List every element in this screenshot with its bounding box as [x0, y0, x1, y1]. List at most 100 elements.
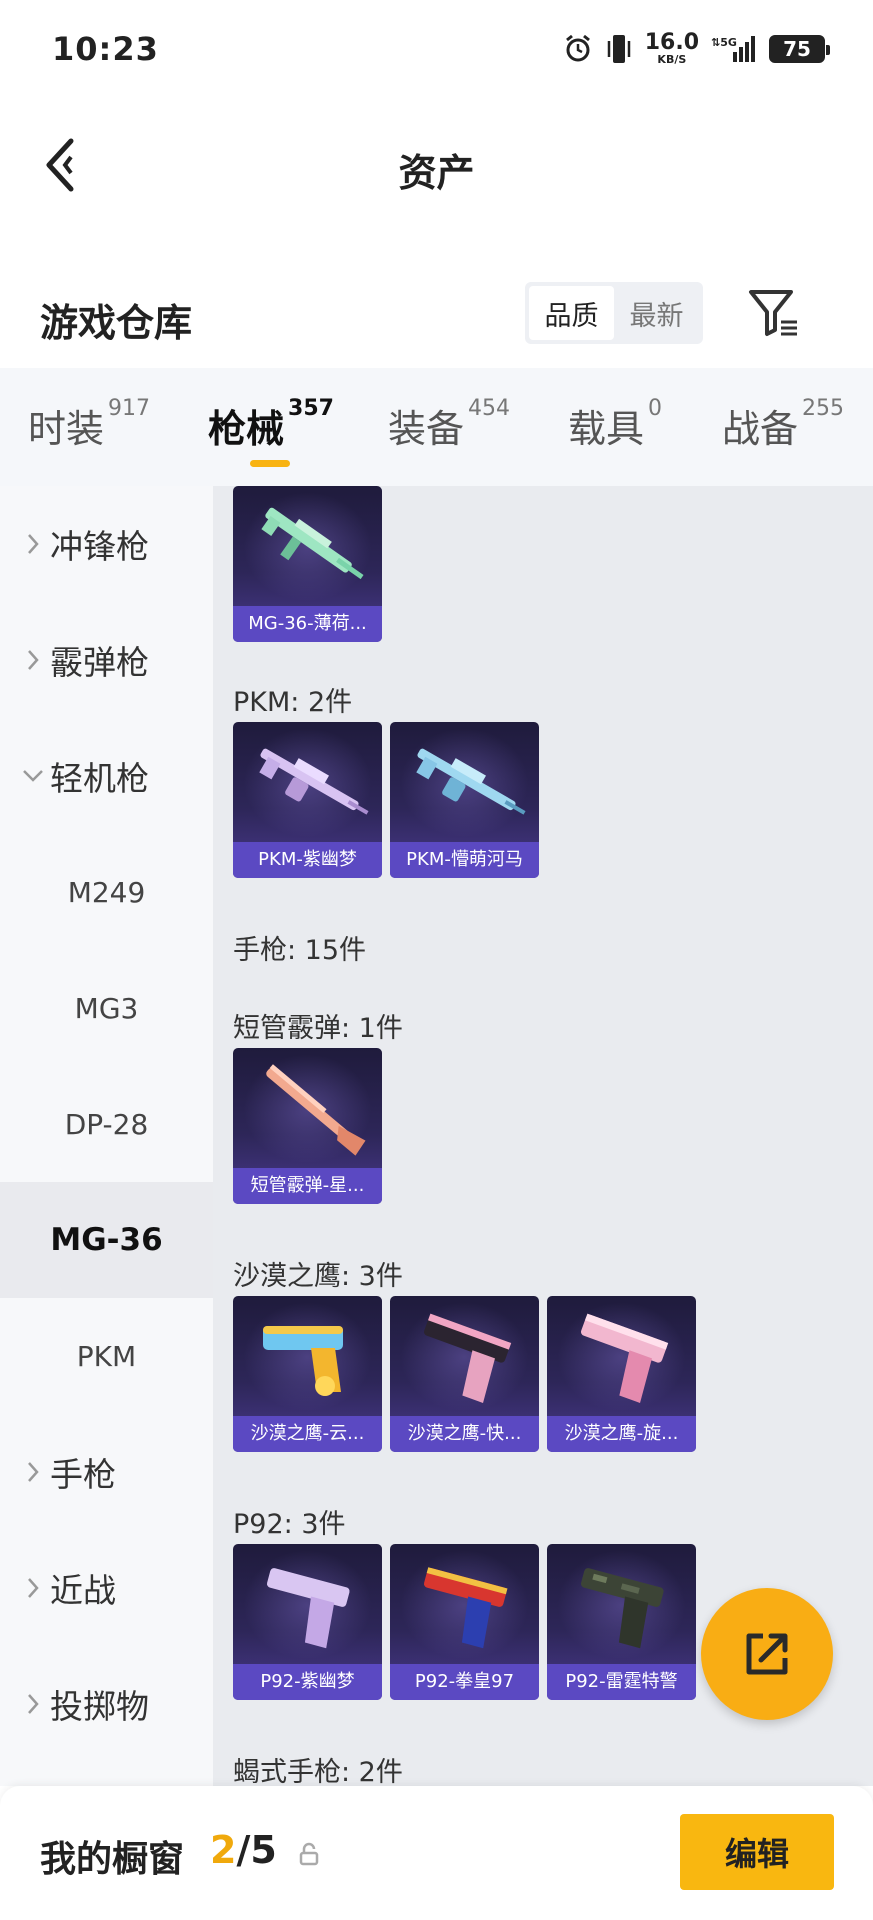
item-card[interactable]: 短管霰弹-星...: [233, 1048, 382, 1204]
showcase-total: 5: [250, 1828, 277, 1872]
tab-label: 载具: [568, 407, 645, 451]
group-title: 沙漠之鹰: 3件: [233, 1261, 403, 1292]
share-external-icon: [746, 1633, 788, 1675]
machine-gun-image: [416, 748, 526, 815]
group-title: P92: 3件: [233, 1509, 346, 1540]
nav-bar: 资产: [0, 100, 873, 230]
sidebar-item-label: 投掷物: [50, 1687, 149, 1726]
showcase-bar: 我的橱窗 2/5 编辑: [0, 1786, 873, 1920]
page-title: 资产: [398, 151, 475, 195]
item-card[interactable]: P92-雷霆特警: [547, 1544, 696, 1700]
item-name: 沙漠之鹰-快...: [390, 1416, 539, 1452]
tab-tactical-gear[interactable]: 战备 255: [722, 396, 844, 453]
sidebar-subitem-dp28[interactable]: DP-28: [0, 1066, 213, 1182]
tab-count: 0: [648, 396, 663, 421]
item-card[interactable]: P92-拳皇97: [390, 1544, 539, 1700]
tab-count: 454: [468, 396, 511, 421]
warehouse-title: 游戏仓库: [40, 301, 193, 345]
vibrate-icon: [607, 34, 630, 63]
item-card[interactable]: MG-36-薄荷...: [233, 486, 382, 642]
chevron-right-icon: [22, 1577, 44, 1599]
sidebar-item-throwables[interactable]: 投掷物: [0, 1646, 213, 1762]
weapon-type-sidebar: 冲锋枪 霰弹枪 轻机枪 M249 MG3 DP-28 MG-36 PKM 手枪 …: [0, 486, 213, 1786]
sidebar-item-smg[interactable]: 冲锋枪: [0, 486, 213, 602]
sidebar-item-label: 手枪: [50, 1455, 116, 1494]
chevron-right-icon: [22, 1693, 44, 1715]
tab-count: 357: [288, 396, 334, 421]
sidebar-item-melee[interactable]: 近战: [0, 1530, 213, 1646]
item-card[interactable]: 沙漠之鹰-旋...: [547, 1296, 696, 1452]
sidebar-subitem-label: MG-36: [50, 1222, 163, 1258]
sidebar-item-lmg[interactable]: 轻机枪: [0, 718, 213, 834]
showcase-label: 我的橱窗: [40, 1839, 185, 1880]
chevron-down-icon: [22, 769, 44, 783]
sidebar-subitem-mg3[interactable]: MG3: [0, 950, 213, 1066]
sidebar-subitem-label: DP-28: [64, 1107, 149, 1141]
sort-toggle: 品质 最新: [525, 282, 703, 344]
sidebar-subitem-label: MG3: [74, 991, 139, 1025]
group-title: PKM: 2件: [233, 687, 353, 718]
filter-button[interactable]: [745, 284, 801, 340]
tab-fashion[interactable]: 时装 917: [28, 396, 151, 453]
tab-firearms[interactable]: 枪械 357: [208, 396, 334, 453]
item-name: PKM-紫幽梦: [233, 842, 382, 878]
item-name: P92-雷霆特警: [547, 1664, 696, 1700]
pistol-image: [266, 1568, 350, 1649]
tab-label: 枪械: [208, 407, 285, 451]
tab-label: 战备: [722, 407, 799, 451]
group-title: 手枪: 15件: [233, 935, 367, 966]
active-tab-indicator: [250, 460, 290, 467]
shotgun-image: [266, 1064, 366, 1156]
item-card[interactable]: 沙漠之鹰-快...: [390, 1296, 539, 1452]
item-name: 沙漠之鹰-旋...: [547, 1416, 696, 1452]
tab-vehicles[interactable]: 载具 0: [568, 396, 663, 453]
share-button[interactable]: [701, 1588, 833, 1720]
status-bar: 10:23 16.0 KB/S ⇅5G 75: [0, 0, 873, 100]
item-card[interactable]: 沙漠之鹰-云...: [233, 1296, 382, 1452]
tab-label: 时装: [28, 407, 105, 451]
sidebar-item-shotgun[interactable]: 霰弹枪: [0, 602, 213, 718]
item-name: 短管霰弹-星...: [233, 1168, 382, 1204]
rifle-image: [261, 507, 364, 580]
svg-text:⇅5G: ⇅5G: [711, 36, 737, 49]
sidebar-item-label: 冲锋枪: [50, 527, 149, 566]
item-card[interactable]: P92-紫幽梦: [233, 1544, 382, 1700]
battery-icon: 75: [769, 34, 830, 63]
sidebar-subitem-m249[interactable]: M249: [0, 834, 213, 950]
showcase-count: 2/5: [210, 1828, 277, 1872]
signal-icon: ⇅5G: [711, 35, 755, 62]
status-time: 10:23: [52, 30, 159, 68]
chevron-right-icon: [22, 533, 44, 555]
warehouse-header: 游戏仓库 品质 最新: [0, 270, 873, 360]
pistol-image: [263, 1326, 343, 1396]
tab-count: 917: [108, 396, 151, 421]
group-title: 蝎式手枪: 2件: [233, 1757, 403, 1786]
chevron-right-icon: [22, 1461, 44, 1483]
sidebar-item-pistol[interactable]: 手枪: [0, 1414, 213, 1530]
item-name: MG-36-薄荷...: [233, 606, 382, 642]
sidebar-item-label: 轻机枪: [50, 759, 149, 798]
sort-newest-option[interactable]: 最新: [614, 286, 699, 340]
lock-icon: [299, 1842, 319, 1866]
edit-button[interactable]: 编辑: [680, 1814, 834, 1890]
sidebar-subitem-mg36[interactable]: MG-36: [0, 1182, 213, 1298]
item-card[interactable]: PKM-懵萌河马: [390, 722, 539, 878]
item-name: P92-紫幽梦: [233, 1664, 382, 1700]
alarm-icon: [565, 34, 590, 61]
net-speed: 16.0 KB/S: [645, 32, 699, 66]
filter-icon: [749, 290, 797, 336]
tab-equipment[interactable]: 装备 454: [388, 396, 511, 453]
machine-gun-image: [259, 748, 369, 815]
pistol-image: [424, 1313, 512, 1403]
sidebar-subitem-pkm[interactable]: PKM: [0, 1298, 213, 1414]
status-icons: 16.0 KB/S ⇅5G 75: [563, 32, 830, 66]
sidebar-subitem-label: PKM: [76, 1339, 137, 1373]
sort-quality-option[interactable]: 品质: [529, 286, 614, 340]
chevron-right-icon: [22, 649, 44, 671]
showcase-current: 2: [210, 1828, 237, 1872]
sidebar-item-label: 近战: [50, 1571, 116, 1610]
item-card[interactable]: PKM-紫幽梦: [233, 722, 382, 878]
item-name: 沙漠之鹰-云...: [233, 1416, 382, 1452]
group-title: 短管霰弹: 1件: [233, 1013, 403, 1044]
sidebar-item-label: 霰弹枪: [50, 643, 149, 682]
